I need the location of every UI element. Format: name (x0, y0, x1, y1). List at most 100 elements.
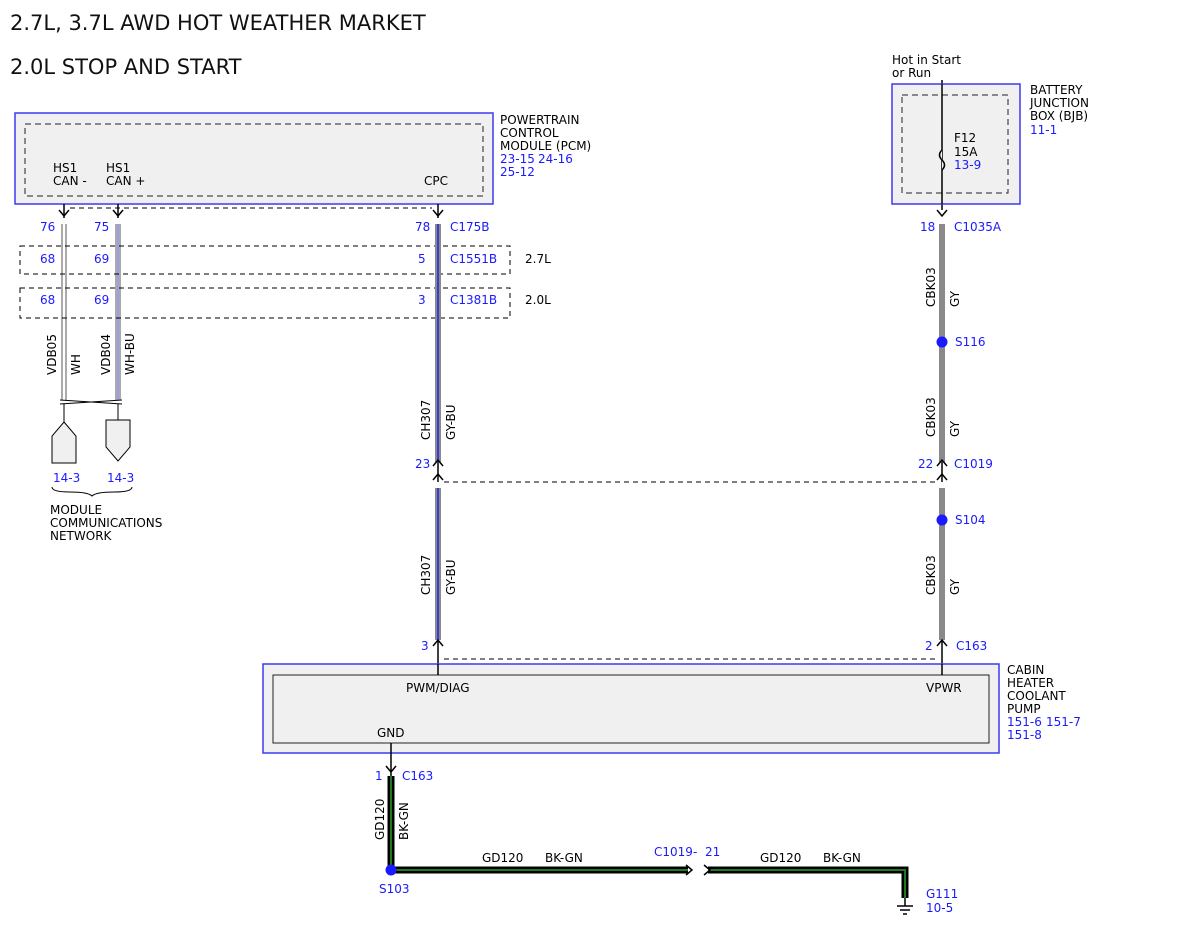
c1019-connector (432, 458, 948, 483)
pump-name-3: COOLANT (1007, 689, 1066, 703)
c175b-connector (58, 204, 444, 218)
pcm-module: POWERTRAIN CONTROL MODULE (PCM) 23-15 24… (14, 112, 591, 205)
bjb-name-1: BATTERY (1030, 83, 1083, 97)
pcm-name-3: MODULE (PCM) (500, 139, 591, 153)
wiring-diagram: 2.7L, 3.7L AWD HOT WEATHER MARKET 2.0L S… (10, 11, 1089, 915)
vdb05-color: WH (69, 354, 83, 375)
c1381b-variant: 2.0L (525, 293, 551, 307)
pcm-pin-can-minus-2: CAN - (53, 174, 87, 188)
bjb-supply-note-1: Hot in Start (892, 53, 961, 67)
pump-name-1: CABIN (1007, 663, 1044, 677)
c1381b-label: C1381B (450, 293, 497, 307)
c163-label: C163 (956, 639, 987, 653)
pcm-name-2: CONTROL (500, 126, 559, 140)
pcm-ref-2: 24-16 (538, 152, 573, 166)
pcm-pin-can-plus-2: CAN + (106, 174, 145, 188)
gd120-color-2: BK-GN (823, 851, 861, 865)
cbk03-circuit-1: CBK03 (924, 267, 938, 307)
gd120-color-1: BK-GN (545, 851, 583, 865)
title-line-2: 2.0L STOP AND START (10, 55, 242, 79)
pump-ref-3: 151-8 (1007, 728, 1042, 742)
c1381b-pin-69: 69 (94, 293, 109, 307)
pcm-ref-3: 25-12 (500, 165, 535, 179)
title-line-1: 2.7L, 3.7L AWD HOT WEATHER MARKET (10, 11, 426, 35)
c1551b-label: C1551B (450, 252, 497, 266)
fuse-ref: 13-9 (954, 158, 981, 172)
inline-c1019-pin: 21 (705, 845, 720, 859)
splice-s104-dot (936, 514, 948, 526)
c163-pin-1: 1 (375, 769, 383, 783)
splice-s103: S103 (379, 882, 410, 896)
vdb05-circuit: VDB05 (45, 334, 59, 375)
bjb-supply-note-2: or Run (892, 66, 931, 80)
bjb-name-2: JUNCTION (1029, 96, 1089, 110)
pump-name-4: PUMP (1007, 702, 1041, 716)
fuse-rating: 15A (954, 145, 978, 159)
network-ref-left: 14-3 (53, 471, 80, 485)
c1381b-pin-68: 68 (40, 293, 55, 307)
c163-connector (432, 638, 948, 664)
bjb-ref: 11-1 (1030, 123, 1057, 137)
splice-s103-dot (385, 864, 397, 876)
gd120-color-vertical: BK-GN (397, 802, 411, 840)
pcm-pin-cpc: CPC (424, 174, 448, 188)
c175b-pin-76: 76 (40, 220, 55, 234)
c163-gnd-label: C163 (402, 769, 433, 783)
cbk03-wire (936, 224, 948, 640)
c1035a-pin: 18 (920, 220, 935, 234)
c175b-pin-78: 78 (415, 220, 430, 234)
pump-ref-2: 151-7 (1046, 715, 1081, 729)
c1381b-pin-3: 3 (418, 293, 426, 307)
cbk03-color-2: GY (948, 420, 962, 437)
ch307-circuit-upper: CH307 (419, 400, 433, 440)
can-wires (51, 224, 133, 497)
gd120-circuit-1: GD120 (482, 851, 523, 865)
pump-pin-gnd: GND (377, 726, 405, 740)
bjb-name-3: BOX (BJB) (1030, 109, 1088, 123)
ground-ref: 10-5 (926, 901, 953, 915)
c1035a-label: C1035A (954, 220, 1002, 234)
pump-name-2: HEATER (1007, 676, 1054, 690)
c1019-pin-23: 23 (415, 457, 430, 471)
c163-pin-2: 2 (925, 639, 933, 653)
c1551b-pin-5: 5 (418, 252, 426, 266)
c163-ground-connector (385, 753, 397, 776)
pcm-pin-can-plus-1: HS1 (106, 161, 130, 175)
network-label-2: COMMUNICATIONS (50, 516, 162, 530)
c175b-pin-75: 75 (94, 220, 109, 234)
c1551b-pin-68: 68 (40, 252, 55, 266)
network-label-3: NETWORK (50, 529, 113, 543)
cbk03-circuit-3: CBK03 (924, 555, 938, 595)
gd120-wire (385, 776, 913, 915)
ch307-circuit-lower: CH307 (419, 555, 433, 595)
splice-s104: S104 (955, 513, 986, 527)
pump-ref-1: 151-6 (1007, 715, 1042, 729)
splice-s116: S116 (955, 335, 986, 349)
c1019-label: C1019 (954, 457, 993, 471)
inline-c1019-label: C1019 (654, 845, 693, 859)
c1019-pin-22: 22 (918, 457, 933, 471)
c175b-label: C175B (450, 220, 490, 234)
pump-pin-pwm: PWM/DIAG (406, 681, 470, 695)
c163-pin-3: 3 (421, 639, 429, 653)
c1035a-connector (936, 209, 948, 218)
pump-pin-vpwr: VPWR (926, 681, 962, 695)
c1551b-variant: 2.7L (525, 252, 551, 266)
gd120-circuit-vertical: GD120 (373, 799, 387, 840)
ch307-color-lower: GY-BU (444, 559, 458, 595)
inline-c1019-dash: - (693, 845, 697, 859)
gd120-circuit-2: GD120 (760, 851, 801, 865)
network-label-1: MODULE (50, 503, 102, 517)
coolant-pump-module (262, 663, 1000, 754)
vdb04-circuit: VDB04 (99, 334, 113, 375)
splice-s116-dot (936, 336, 948, 348)
vdb04-color: WH-BU (123, 333, 137, 375)
network-ref-right: 14-3 (107, 471, 134, 485)
cbk03-circuit-2: CBK03 (924, 397, 938, 437)
pcm-name-1: POWERTRAIN (500, 113, 580, 127)
pcm-ref-1: 23-15 (500, 152, 535, 166)
ch307-color-upper: GY-BU (444, 404, 458, 440)
cbk03-color-1: GY (948, 290, 962, 307)
pcm-pin-can-minus-1: HS1 (53, 161, 77, 175)
fuse-id: F12 (954, 131, 976, 145)
